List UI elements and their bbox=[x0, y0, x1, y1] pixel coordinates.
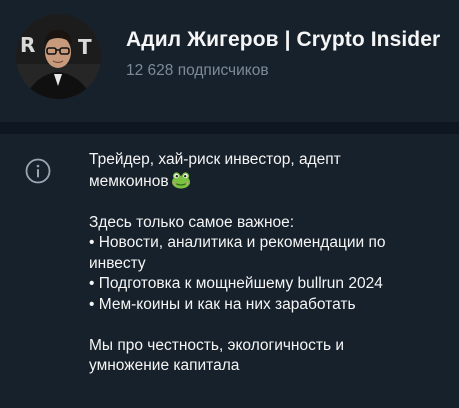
channel-title: Адил Жигеров | Crypto Insider bbox=[126, 28, 441, 51]
description-line: мемкоинов bbox=[89, 172, 169, 190]
description-line: умножение капитала bbox=[89, 357, 240, 374]
channel-info-panel: R T Адил Жигеров | Crypto Insider 12 628… bbox=[0, 0, 459, 408]
subscriber-count: 12 628 подписчиков bbox=[126, 62, 269, 79]
channel-avatar[interactable]: R T bbox=[16, 14, 101, 99]
description-line: Трейдер, хай-риск инвестор, адепт bbox=[89, 151, 341, 168]
frog-emoji-icon bbox=[171, 171, 190, 188]
avatar-photo: R T bbox=[16, 14, 101, 99]
channel-header: R T Адил Жигеров | Crypto Insider 12 628… bbox=[0, 0, 459, 122]
svg-text:T: T bbox=[78, 35, 92, 59]
info-circle-icon bbox=[25, 158, 51, 184]
description-line: Мы про честность, экологичность и bbox=[89, 336, 345, 354]
channel-description: Трейдер, хай-риск инвестор, адепт мемкои… bbox=[89, 150, 449, 377]
description-line: инвесту bbox=[89, 254, 146, 272]
description-line-with-emoji: мемкоинов bbox=[89, 171, 449, 193]
section-divider bbox=[0, 122, 459, 134]
about-section: Трейдер, хай-риск инвестор, адепт мемкои… bbox=[0, 134, 459, 408]
description-bullet: • Подготовка к мощнейшему bullrun 2024 bbox=[89, 275, 383, 292]
svg-text:R: R bbox=[20, 33, 35, 57]
description-bullet: • Мем-коины и как на них заработать bbox=[89, 295, 356, 313]
description-bullet: • Новости, аналитика и рекомендации по bbox=[89, 234, 386, 251]
description-line: Здесь только самое важное: bbox=[89, 213, 295, 231]
